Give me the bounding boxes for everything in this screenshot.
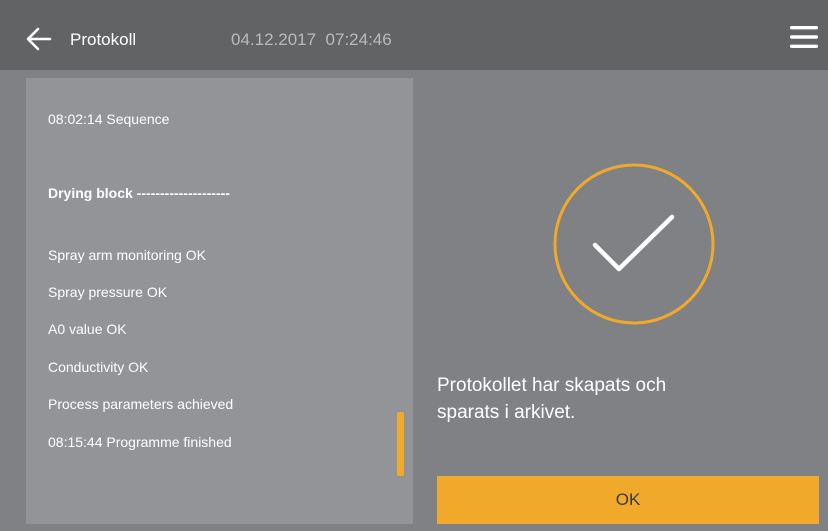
checkmark-circle-icon	[553, 163, 715, 325]
status-message-line: sparats i arkivet.	[437, 402, 576, 423]
status-message: Protokollet har skapats och sparats i ar…	[437, 372, 777, 426]
arrow-left-icon[interactable]	[26, 27, 52, 51]
log-line: Spray pressure OK	[48, 284, 168, 300]
datetime-display: 04.12.2017 07:24:46	[231, 30, 392, 49]
page-title: Protokoll	[70, 30, 137, 49]
hamburger-menu-icon[interactable]	[790, 26, 818, 48]
scrollbar-thumb[interactable]	[397, 412, 404, 476]
log-line: 08:15:44 Programme finished	[48, 434, 232, 450]
protocol-log-panel[interactable]: 08:02:14 Sequence Drying block ---------…	[26, 78, 413, 524]
log-line-section-header: Drying block --------------------	[48, 185, 230, 201]
log-line: 08:02:14 Sequence	[48, 111, 170, 127]
log-line: A0 value OK	[48, 321, 127, 337]
log-line: Spray arm monitoring OK	[48, 247, 206, 263]
ok-button[interactable]: OK	[437, 476, 819, 524]
header-bar: Protokoll 04.12.2017 07:24:46	[0, 0, 828, 70]
log-line: Process parameters achieved	[48, 396, 234, 412]
log-line: Conductivity OK	[48, 359, 149, 375]
status-message-line: Protokollet har skapats och	[437, 375, 667, 396]
